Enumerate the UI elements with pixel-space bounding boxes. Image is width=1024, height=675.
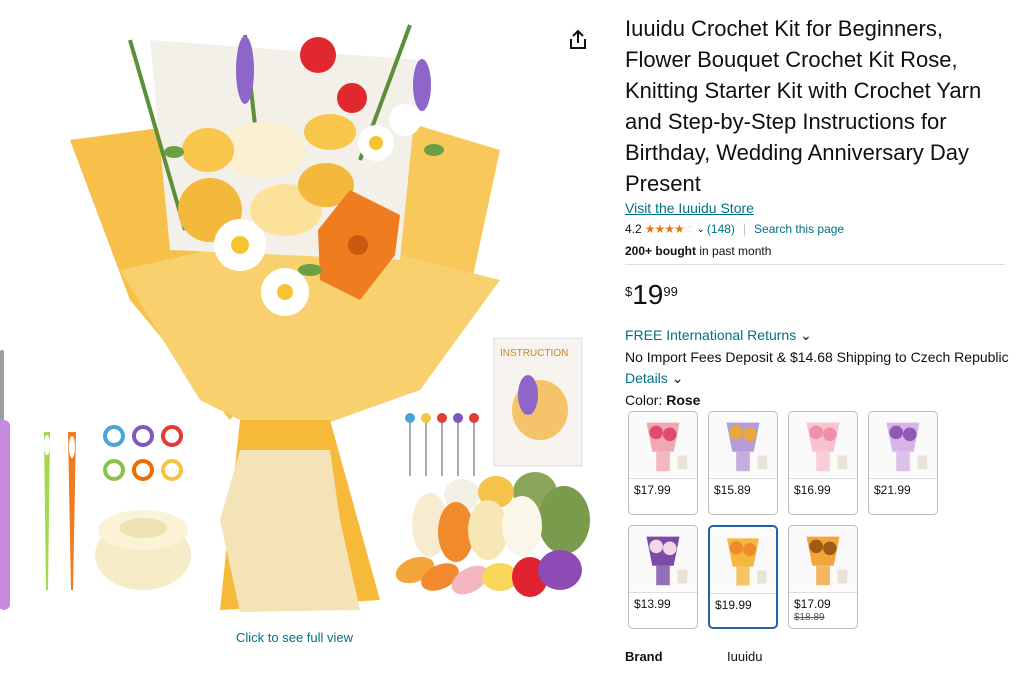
swatch-old-price: $18.89 [794, 612, 825, 623]
bought-count: 200+ bought in past month [625, 244, 771, 258]
rating-value: 4.2 [625, 222, 642, 236]
instruction-booklet: INSTRUCTION [493, 337, 583, 467]
color-swatch[interactable]: $17.09 $18.89 [788, 525, 858, 629]
returns-link[interactable]: FREE International Returns ⌄ [625, 327, 812, 344]
stitch-markers [103, 425, 183, 481]
share-icon [570, 29, 586, 49]
brand-label: Brand [625, 649, 663, 664]
brand-value: Iuuidu [727, 649, 763, 664]
swatch-thumbnail [789, 412, 857, 479]
swatch-price: $15.89 [714, 483, 751, 497]
product-title: Iuuidu Crochet Kit for Beginners, Flower… [625, 16, 982, 196]
chevron-down-icon: ⌄ [800, 327, 812, 343]
bought-rest: in past month [696, 244, 772, 258]
crochet-hook-handle [0, 420, 10, 610]
color-label-text: Color: [625, 392, 667, 408]
store-link[interactable]: Visit the Iuuidu Store [625, 200, 754, 216]
star-icon: ★ [664, 222, 675, 236]
swatch-price: $19.99 [715, 598, 752, 612]
color-swatch[interactable]: $13.99 [628, 525, 698, 629]
swatch-thumbnail [710, 528, 776, 594]
color-swatch[interactable]: $19.99 [708, 525, 778, 629]
cream-rose-sample [95, 510, 191, 590]
swatch-price: $17.09 [794, 597, 831, 611]
swatch-price: $17.99 [634, 483, 671, 497]
full-view-link[interactable]: Click to see full view [236, 630, 353, 645]
star-icon: ★ [673, 222, 685, 236]
product-main-image[interactable]: INSTRUCTION [0, 0, 610, 670]
color-swatch[interactable]: $16.99 [788, 411, 858, 515]
color-value: Rose [666, 392, 701, 408]
needle-orange-eye [69, 436, 75, 458]
chevron-down-icon[interactable]: ⌄ [697, 224, 705, 235]
shipping-info: No Import Fees Deposit & $14.68 Shipping… [625, 349, 1009, 365]
swatch-thumbnail [629, 412, 697, 479]
booklet-text: INSTRUCTION [500, 348, 568, 359]
price-fraction: 99 [663, 284, 678, 299]
star-rating[interactable]: ★★★★☆ [644, 222, 695, 236]
swatch-thumbnail [869, 412, 937, 479]
price: $ 19 99 [625, 279, 678, 311]
chevron-down-icon: ⌄ [671, 370, 684, 386]
rating-count-link[interactable]: (148) [707, 222, 735, 236]
swatch-price: $21.99 [874, 483, 911, 497]
rating-row: 4.2 ★★★★☆ ⌄ (148) | Search this page [625, 222, 844, 236]
sewing-pins [405, 413, 479, 476]
star-icon: ★ [654, 222, 665, 236]
price-symbol: $ [625, 284, 633, 299]
search-this-page-link[interactable]: Search this page [754, 222, 844, 236]
swatch-thumbnail [709, 412, 777, 479]
swatch-price: $13.99 [634, 597, 671, 611]
details-link[interactable]: Details ⌄ [625, 370, 683, 387]
swatch-thumbnail [629, 526, 697, 593]
color-swatch[interactable]: $21.99 [868, 411, 938, 515]
product-image-panel[interactable]: INSTRUCTION Click to see full view [0, 0, 610, 670]
bought-bold: 200+ bought [625, 244, 697, 258]
separator: | [742, 222, 747, 236]
star-icon: ★ [644, 222, 656, 236]
swatch-price: $16.99 [794, 483, 831, 497]
share-button[interactable] [566, 28, 590, 52]
swatch-thumbnail [789, 526, 857, 593]
needle-green [44, 432, 50, 590]
star-icon: ☆ [683, 222, 695, 236]
returns-text: FREE International Returns [625, 327, 797, 343]
price-whole: 19 [632, 279, 664, 310]
needle-green-eye [44, 435, 50, 455]
color-swatch[interactable]: $15.89 [708, 411, 778, 515]
color-swatch[interactable]: $17.99 [628, 411, 698, 515]
yarn-balls [395, 472, 590, 597]
divider [625, 264, 1005, 265]
color-label: Color: Rose [625, 392, 700, 408]
details-text: Details [625, 370, 668, 386]
